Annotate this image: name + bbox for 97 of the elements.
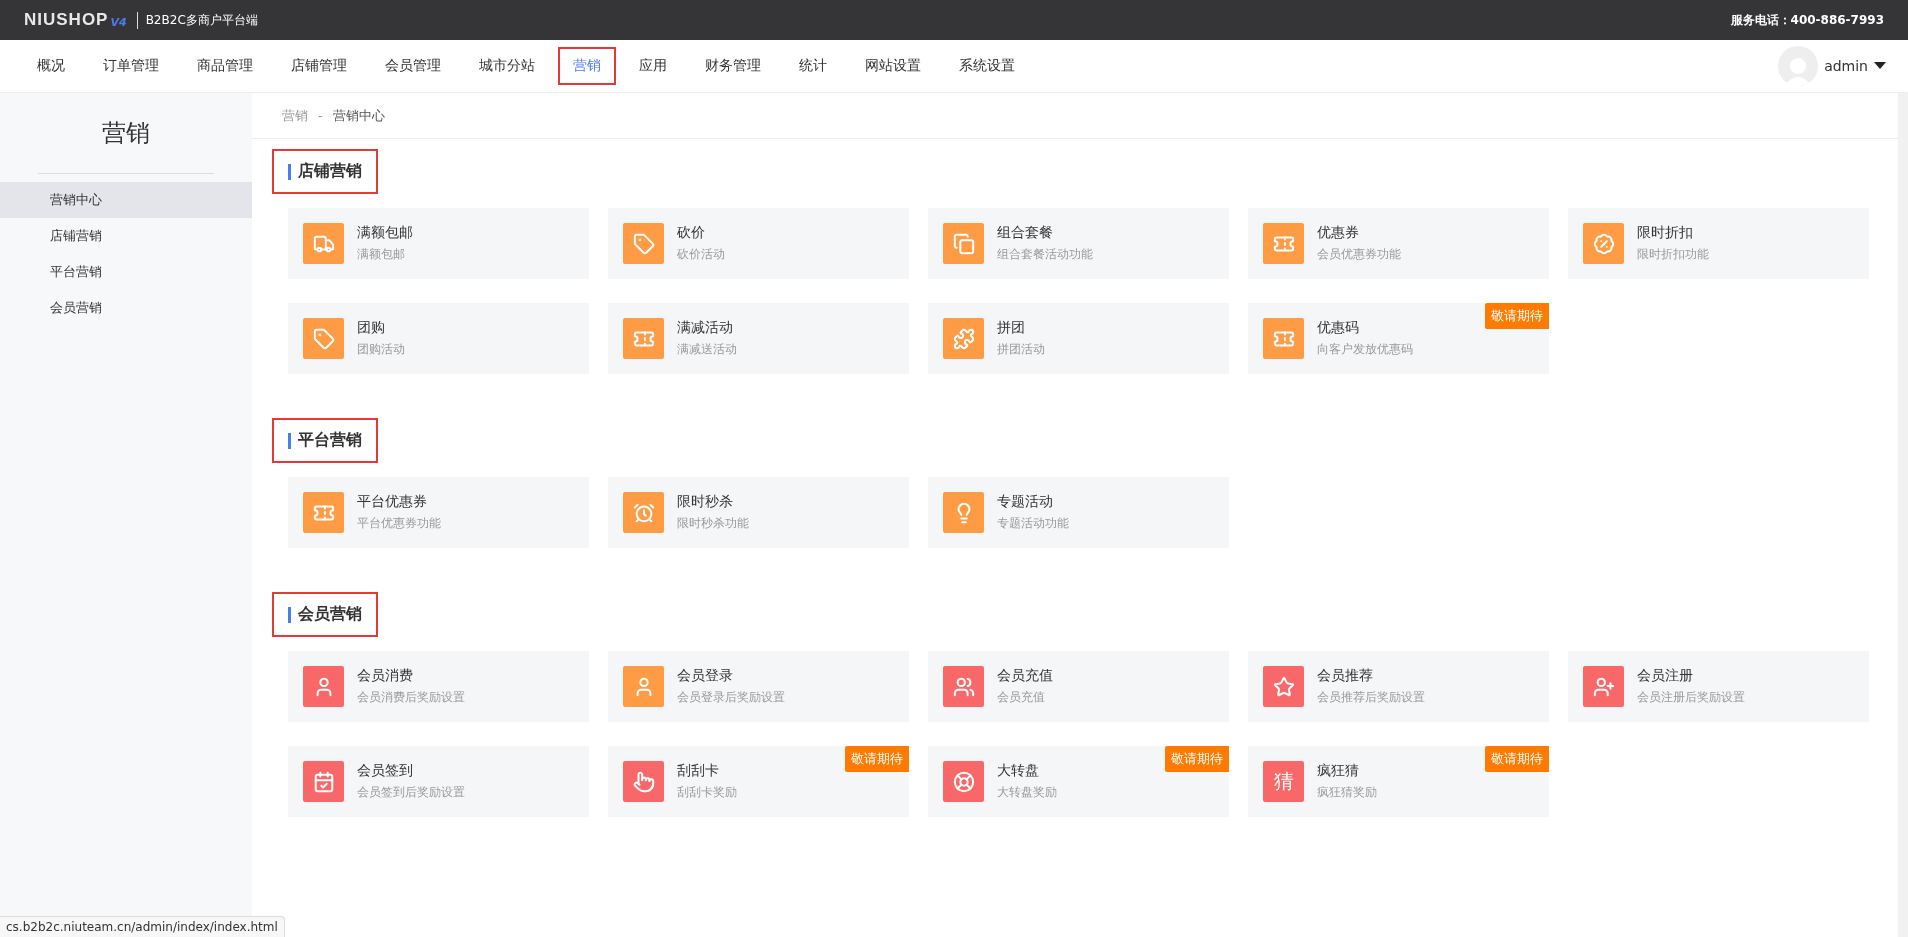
platform-name: B2B2C多商户平台端 bbox=[136, 11, 258, 29]
card-title: 刮刮卡 bbox=[677, 762, 720, 780]
card-description: 会员消费后奖励设置 bbox=[357, 689, 465, 706]
feature-card[interactable]: 满减活动 满减送活动 bbox=[608, 303, 909, 374]
section-title: 会员营销 bbox=[298, 604, 362, 625]
card-title: 会员注册 bbox=[1637, 667, 1694, 685]
feature-card[interactable]: 砍价 砍价活动 bbox=[608, 208, 909, 279]
card-title: 满减活动 bbox=[677, 319, 734, 337]
caret-icon[interactable] bbox=[1874, 62, 1886, 70]
card-title: 专题活动 bbox=[997, 493, 1054, 511]
sidebar-item[interactable]: 平台营销 bbox=[0, 254, 252, 290]
card-description: 满额包邮 bbox=[357, 246, 406, 263]
card-title: 会员充值 bbox=[997, 667, 1053, 685]
feature-card[interactable]: 猜 疯狂猜 疯狂猜奖励 敬请期待 bbox=[1248, 746, 1549, 817]
feature-card[interactable]: 会员登录 会员登录后奖励设置 bbox=[608, 651, 909, 722]
card-title: 砍价 bbox=[677, 224, 706, 242]
feature-card[interactable]: 会员消费 会员消费后奖励设置 bbox=[288, 651, 589, 722]
nav-tab[interactable]: 商品管理 bbox=[182, 47, 268, 85]
feature-card[interactable]: 优惠码 向客户发放优惠码 敬请期待 bbox=[1248, 303, 1549, 374]
card-title: 会员签到 bbox=[357, 762, 414, 780]
card-description: 会员注册后奖励设置 bbox=[1637, 689, 1745, 706]
feature-card[interactable]: 专题活动 专题活动功能 bbox=[928, 477, 1229, 548]
card-title: 大转盘 bbox=[997, 762, 1040, 780]
coming-soon-badge: 敬请期待 bbox=[1485, 303, 1549, 329]
nav-tab[interactable]: 城市分站 bbox=[464, 47, 550, 85]
nav-tab[interactable]: 系统设置 bbox=[944, 47, 1030, 85]
card-description: 会员优惠券功能 bbox=[1317, 246, 1401, 263]
card-description: 会员签到后奖励设置 bbox=[357, 784, 465, 801]
feature-card[interactable]: 组合套餐 组合套餐活动功能 bbox=[928, 208, 1229, 279]
card-title: 优惠码 bbox=[1317, 319, 1360, 337]
feature-card[interactable]: 优惠券 会员优惠券功能 bbox=[1248, 208, 1549, 279]
card-title: 限时折扣 bbox=[1637, 224, 1694, 242]
card-description: 平台优惠券功能 bbox=[357, 515, 441, 532]
feature-card[interactable]: 会员注册 会员注册后奖励设置 bbox=[1568, 651, 1869, 722]
card-icon: 猜 bbox=[1263, 761, 1304, 802]
card-title: 限时秒杀 bbox=[677, 493, 734, 511]
coming-soon-badge: 敬请期待 bbox=[1165, 746, 1229, 772]
card-description: 砍价活动 bbox=[677, 246, 725, 263]
nav-tab[interactable]: 会员管理 bbox=[370, 47, 456, 85]
sidebar-title: 营销 bbox=[38, 117, 214, 174]
card-description: 向客户发放优惠码 bbox=[1317, 341, 1413, 358]
card-title: 团购 bbox=[357, 319, 386, 337]
nav-tab[interactable]: 订单管理 bbox=[88, 47, 174, 85]
feature-card[interactable]: 平台优惠券 平台优惠券功能 bbox=[288, 477, 589, 548]
logo-version: V4 bbox=[110, 15, 127, 29]
card-description: 限时秒杀功能 bbox=[677, 515, 749, 532]
nav-tab[interactable]: 统计 bbox=[784, 47, 842, 85]
card-description: 会员充值 bbox=[997, 689, 1046, 706]
logo: NIUSHOP bbox=[24, 10, 109, 30]
card-description: 限时折扣功能 bbox=[1637, 246, 1709, 263]
card-title: 会员消费 bbox=[357, 667, 414, 685]
sidebar-item[interactable]: 会员营销 bbox=[0, 290, 252, 326]
feature-card[interactable]: 会员推荐 会员推荐后奖励设置 bbox=[1248, 651, 1549, 722]
status-url: cs.b2b2c.niuteam.cn/admin/index/index.html bbox=[0, 916, 285, 937]
card-title: 平台优惠券 bbox=[357, 493, 428, 511]
coming-soon-badge: 敬请期待 bbox=[845, 746, 909, 772]
section-title: 店铺营销 bbox=[298, 161, 362, 182]
feature-card[interactable]: 会员签到 会员签到后奖励设置 bbox=[288, 746, 589, 817]
feature-card[interactable]: 拼团 拼团活动 bbox=[928, 303, 1229, 374]
card-title: 组合套餐 bbox=[997, 224, 1054, 242]
breadcrumb-item: 营销中心 bbox=[332, 106, 385, 125]
feature-card[interactable]: 限时折扣 限时折扣功能 bbox=[1568, 208, 1869, 279]
nav-tab[interactable]: 营销 bbox=[558, 47, 616, 85]
nav-tab[interactable]: 概况 bbox=[22, 47, 80, 85]
card-description: 满减送活动 bbox=[677, 341, 737, 358]
feature-card[interactable]: 限时秒杀 限时秒杀功能 bbox=[608, 477, 909, 548]
nav-tab[interactable]: 网站设置 bbox=[850, 47, 936, 85]
feature-card[interactable]: 团购 团购活动 bbox=[288, 303, 589, 374]
nav-tab[interactable]: 店铺管理 bbox=[276, 47, 362, 85]
feature-card[interactable]: 满额包邮 满额包邮 bbox=[288, 208, 589, 279]
card-description: 拼团活动 bbox=[997, 341, 1045, 358]
nav-tab[interactable]: 财务管理 bbox=[690, 47, 776, 85]
service-hotline: 服务电话：400-886-7993 bbox=[1730, 11, 1884, 29]
card-description: 会员登录后奖励设置 bbox=[677, 689, 785, 706]
feature-card[interactable]: 会员充值 会员充值 bbox=[928, 651, 1229, 722]
feature-card[interactable]: 大转盘 大转盘奖励 敬请期待 bbox=[928, 746, 1229, 817]
card-title: 会员推荐 bbox=[1317, 667, 1374, 685]
card-description: 大转盘奖励 bbox=[997, 784, 1057, 801]
card-description: 疯狂猜奖励 bbox=[1317, 784, 1377, 801]
card-description: 专题活动功能 bbox=[997, 515, 1069, 532]
sidebar-item[interactable]: 店铺营销 bbox=[0, 218, 252, 254]
card-title: 会员登录 bbox=[677, 667, 734, 685]
card-description: 组合套餐活动功能 bbox=[997, 246, 1093, 263]
sidebar-item[interactable]: 营销中心 bbox=[0, 182, 252, 218]
breadcrumb-separator: - bbox=[318, 108, 323, 123]
section-title: 平台营销 bbox=[298, 430, 362, 451]
card-description: 会员推荐后奖励设置 bbox=[1317, 689, 1425, 706]
feature-card[interactable]: 刮刮卡 刮刮卡奖励 敬请期待 bbox=[608, 746, 909, 817]
nav-tab[interactable]: 应用 bbox=[624, 47, 682, 85]
card-title: 拼团 bbox=[997, 319, 1026, 337]
card-title: 疯狂猜 bbox=[1317, 762, 1360, 780]
coming-soon-badge: 敬请期待 bbox=[1485, 746, 1549, 772]
user-name[interactable]: admin bbox=[1824, 58, 1868, 74]
card-title: 满额包邮 bbox=[357, 224, 413, 242]
card-title: 优惠券 bbox=[1317, 224, 1360, 242]
card-description: 刮刮卡奖励 bbox=[677, 784, 737, 801]
card-description: 团购活动 bbox=[357, 341, 405, 358]
